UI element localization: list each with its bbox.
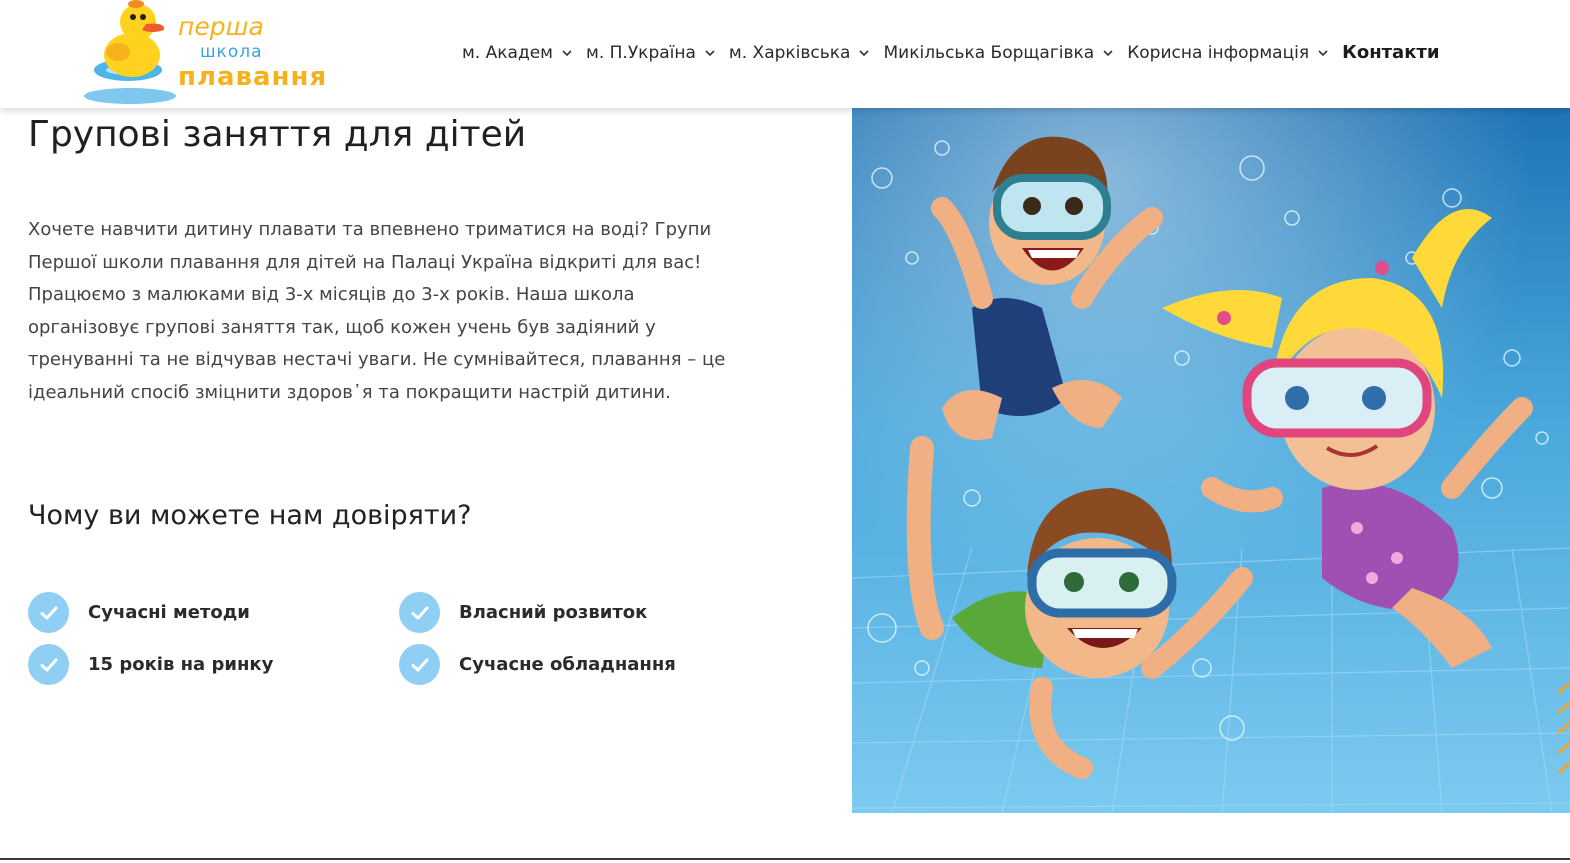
school-logo[interactable]: перша школа плавання	[80, 0, 326, 108]
check-circle-icon	[399, 592, 440, 633]
nav-item-useful-info[interactable]: Корисна інформація	[1127, 43, 1328, 63]
logo-text-line2: школа	[200, 42, 263, 62]
nav-item-label: м. П.Україна	[586, 42, 696, 63]
feature-label: Власний розвиток	[459, 602, 648, 623]
nav-item-kharkivska[interactable]: м. Харківська	[729, 43, 870, 63]
logo-text-line3: плавання	[178, 62, 328, 92]
section-divider	[0, 858, 1570, 860]
nav-item-mykilska-borshchahivka[interactable]: Микільська Борщагівка	[883, 43, 1113, 63]
nav-item-label: Микільська Борщагівка	[883, 42, 1095, 63]
feature-item: Власний розвиток	[399, 592, 647, 633]
check-circle-icon	[28, 592, 69, 633]
chevron-down-icon	[562, 49, 572, 56]
nav-item-contacts[interactable]: Контакти	[1342, 42, 1439, 63]
page-title: Групові заняття для дітей	[28, 114, 527, 155]
logo-text-line1: перша	[178, 12, 264, 41]
chevron-down-icon	[859, 49, 870, 56]
feature-label: Сучасне обладнання	[459, 654, 676, 675]
chevron-down-icon	[1103, 49, 1113, 56]
kids-swimming-illustration	[852, 108, 1570, 813]
feature-item: Сучасне обладнання	[399, 644, 676, 685]
nav-item-akadem[interactable]: м. Академ	[462, 43, 572, 63]
nav-item-label: м. Академ	[462, 42, 553, 63]
feature-label: Сучасні методи	[88, 602, 250, 623]
site-header: перша школа плавання м. Академ м. П.Укра…	[0, 0, 1570, 108]
feature-item: Сучасні методи	[28, 592, 250, 633]
intro-paragraph: Хочете навчити дитину плавати та впевнен…	[28, 219, 726, 403]
feature-item: 15 років на ринку	[28, 644, 273, 685]
chevron-down-icon	[1318, 49, 1328, 56]
nav-item-label: Корисна інформація	[1127, 42, 1310, 63]
trust-section-title: Чому ви можете нам довіряти?	[28, 500, 472, 531]
check-circle-icon	[28, 644, 69, 685]
check-circle-icon	[399, 644, 440, 685]
nav-item-label: м. Харківська	[728, 42, 851, 63]
chevron-down-icon	[705, 49, 715, 56]
feature-label: 15 років на ринку	[88, 654, 274, 675]
main-navigation: м. Академ м. П.Україна м. Харківська Мик…	[462, 42, 1453, 63]
nav-item-p-ukraina[interactable]: м. П.Україна	[586, 43, 715, 63]
